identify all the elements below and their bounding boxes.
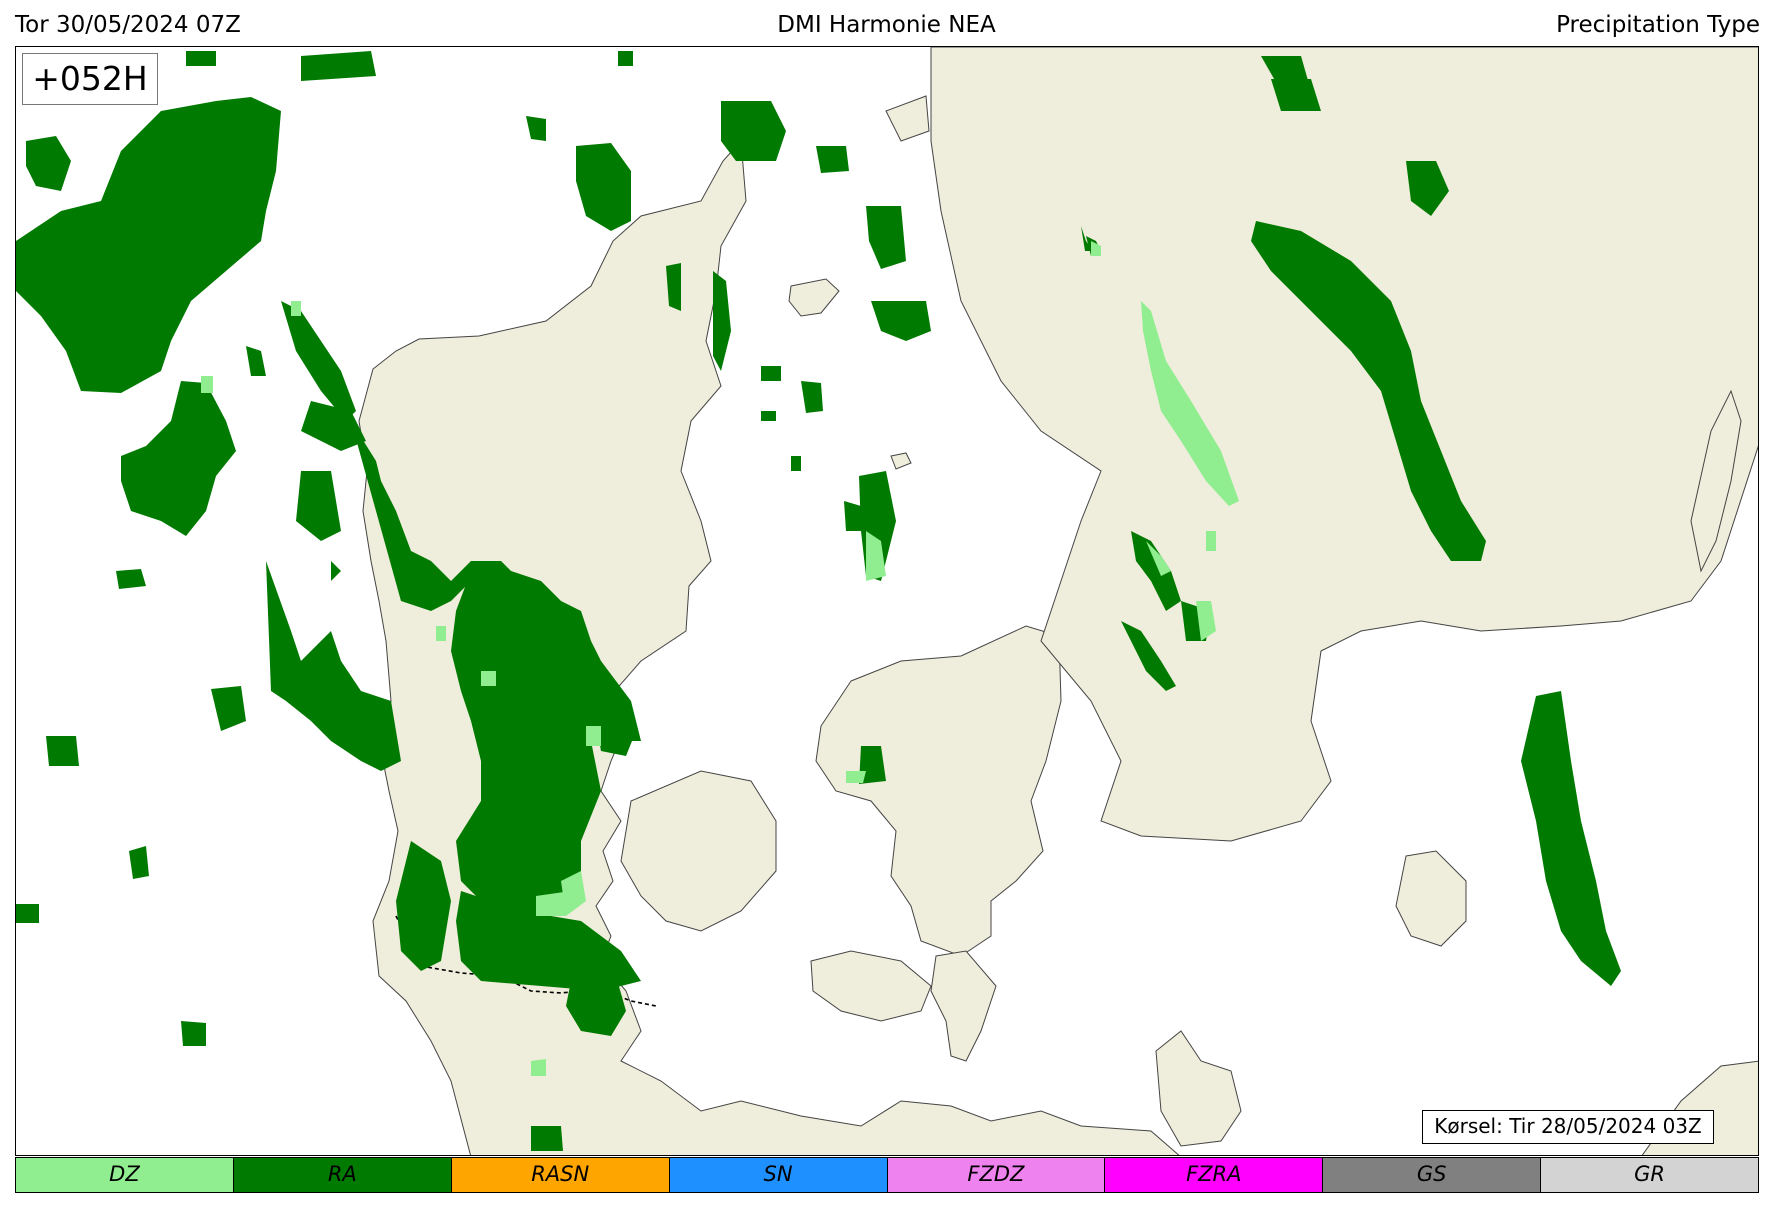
land-funen [620, 770, 777, 932]
land-falster-east [930, 950, 997, 1062]
model-run-box: Kørsel: Tir 28/05/2024 03Z [1422, 1110, 1714, 1144]
field-name-label: Precipitation Type [1556, 12, 1760, 38]
legend-item-gs: GS [1323, 1158, 1542, 1192]
land-laeso [885, 95, 930, 142]
precipitation-type-legend: DZ RA RASN SN FZDZ FZRA GS GR [15, 1157, 1759, 1193]
legend-item-fzdz: FZDZ [887, 1158, 1106, 1192]
land-lolland-falster [810, 950, 932, 1022]
land-rugen [1155, 1030, 1242, 1147]
legend-item-sn: SN [669, 1158, 888, 1192]
legend-item-fzra: FZRA [1105, 1158, 1324, 1192]
precipitation-map [16, 47, 1758, 1155]
legend-item-rasn: RASN [451, 1158, 670, 1192]
land-zealand [815, 625, 1062, 957]
model-name-label: DMI Harmonie NEA [777, 12, 996, 38]
land-anholt [788, 278, 840, 317]
land-bornholm [1395, 850, 1467, 947]
map-panel[interactable] [15, 46, 1759, 1156]
land-layer [358, 47, 1758, 1155]
legend-item-gr: GR [1541, 1158, 1758, 1192]
legend-item-dz: DZ [16, 1158, 234, 1192]
legend-item-ra: RA [233, 1158, 452, 1192]
lead-time-box: +052H [22, 53, 158, 105]
land-ven-islet [890, 452, 912, 470]
